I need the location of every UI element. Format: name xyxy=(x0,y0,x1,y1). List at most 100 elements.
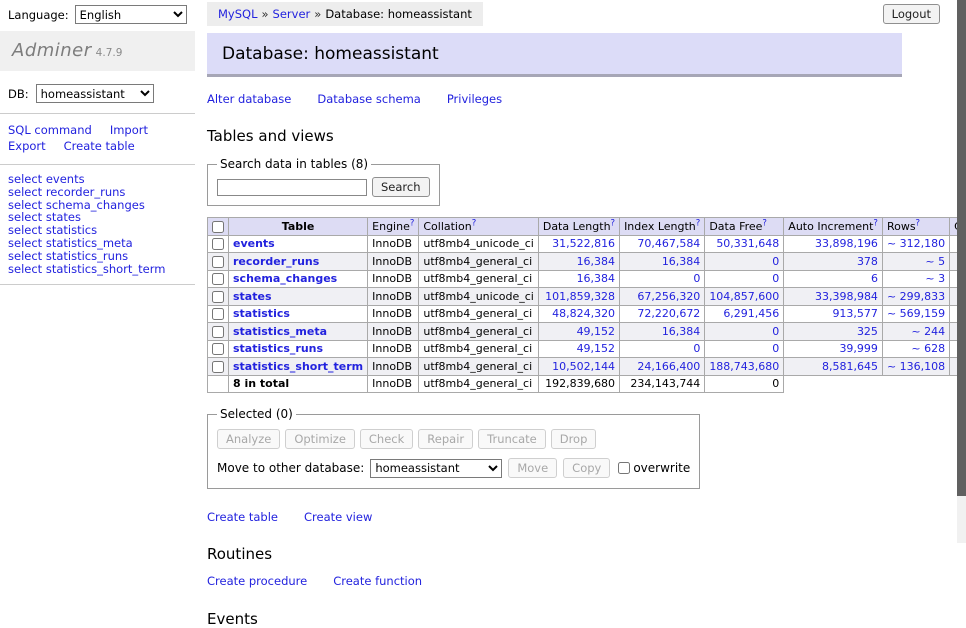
data-length-cell: 31,522,816 xyxy=(538,235,619,253)
breadcrumb-item[interactable]: MySQL xyxy=(218,7,258,21)
rows-cell[interactable]: ~ 136,108 xyxy=(882,358,949,376)
rows-cell[interactable]: ~ 312,180 xyxy=(882,235,949,253)
analyze-button[interactable]: Analyze xyxy=(217,429,280,449)
adminer-logo: Adminer4.7.9 xyxy=(0,31,195,71)
row-checkbox-cell xyxy=(208,253,229,271)
database-schema-link[interactable]: Database schema xyxy=(317,92,420,106)
row-checkbox-states[interactable] xyxy=(212,291,224,303)
select-all-checkbox[interactable] xyxy=(212,221,224,233)
table-link-events[interactable]: events xyxy=(233,237,275,250)
select-link-statistics_short_term[interactable]: select xyxy=(8,262,42,276)
rows-cell[interactable]: ~ 3 xyxy=(882,270,949,288)
help-icon[interactable]: ? xyxy=(696,218,701,228)
table-link-recorder_runs[interactable]: recorder_runs xyxy=(233,255,319,268)
create-links: Create table Create view xyxy=(207,510,958,524)
column-header-data-length: Data Length? xyxy=(538,218,619,236)
routines-heading: Routines xyxy=(207,545,958,563)
selected-fieldset: Selected (0) Analyze Optimize Check Repa… xyxy=(207,407,700,489)
db-select[interactable]: homeassistant xyxy=(36,84,154,103)
logout-button[interactable]: Logout xyxy=(883,4,940,24)
row-checkbox-statistics_short_term[interactable] xyxy=(212,361,224,373)
row-checkbox-recorder_runs[interactable] xyxy=(212,256,224,268)
index-length-cell: 24,166,400 xyxy=(620,358,705,376)
table-link-statistics[interactable]: statistics xyxy=(233,307,290,320)
language-row: Language: English xyxy=(0,0,195,28)
create-function-link[interactable]: Create function xyxy=(333,574,422,588)
breadcrumb: MySQL»Server»Database: homeassistant xyxy=(207,2,483,26)
rows-cell[interactable]: ~ 5 xyxy=(882,253,949,271)
adminer-brand[interactable]: Adminer xyxy=(12,40,92,61)
help-icon[interactable]: ? xyxy=(916,218,921,228)
sidebar-link-sql-command[interactable]: SQL command xyxy=(8,123,92,138)
engine-cell: InnoDB xyxy=(368,305,419,323)
search-input[interactable] xyxy=(217,179,367,196)
scrollbar-thumb[interactable] xyxy=(957,0,966,496)
rows-cell[interactable]: ~ 569,159 xyxy=(882,305,949,323)
table-row: statesInnoDButf8mb4_unicode_ci101,859,32… xyxy=(208,288,966,306)
auto-increment-cell: 33,898,196 xyxy=(784,235,883,253)
engine-cell: InnoDB xyxy=(368,340,419,358)
breadcrumb-item[interactable]: Server xyxy=(273,7,311,21)
select-all-cell xyxy=(208,218,229,236)
repair-button[interactable]: Repair xyxy=(418,429,473,449)
table-row: statistics_short_termInnoDButf8mb4_gener… xyxy=(208,358,966,376)
sidebar-divider xyxy=(0,284,195,285)
db-selector-row: DB: homeassistant xyxy=(0,71,195,113)
rows-cell[interactable]: ~ 299,833 xyxy=(882,288,949,306)
table-link-states[interactable]: states xyxy=(233,290,272,303)
total-label-cell: 8 in total xyxy=(229,375,368,393)
vertical-scrollbar[interactable] xyxy=(957,0,966,543)
alter-database-link[interactable]: Alter database xyxy=(207,92,291,106)
help-icon[interactable]: ? xyxy=(873,218,878,228)
help-icon[interactable]: ? xyxy=(472,218,477,228)
table-body: eventsInnoDButf8mb4_unicode_ci31,522,816… xyxy=(208,235,966,393)
privileges-link[interactable]: Privileges xyxy=(447,92,502,106)
sidebar-link-create-table[interactable]: Create table xyxy=(64,139,135,154)
sidebar-table-row: select statistics_short_term xyxy=(8,263,187,276)
table-link-statistics_short_term[interactable]: statistics_short_term xyxy=(46,262,166,276)
table-link-statistics_runs[interactable]: statistics_runs xyxy=(233,342,323,355)
data-length-cell: 16,384 xyxy=(538,270,619,288)
language-select[interactable]: English xyxy=(75,5,187,24)
table-link-statistics_short_term[interactable]: statistics_short_term xyxy=(233,360,363,373)
create-view-link[interactable]: Create view xyxy=(304,510,372,524)
row-checkbox-schema_changes[interactable] xyxy=(212,273,224,285)
sidebar-link-export[interactable]: Export xyxy=(8,139,46,154)
row-checkbox-statistics[interactable] xyxy=(212,308,224,320)
sidebar-link-import[interactable]: Import xyxy=(110,123,148,138)
rows-cell[interactable]: ~ 628 xyxy=(882,340,949,358)
row-checkbox-cell xyxy=(208,270,229,288)
truncate-button[interactable]: Truncate xyxy=(478,429,546,449)
page-title: Database: homeassistant xyxy=(207,33,902,77)
overwrite-checkbox[interactable] xyxy=(618,462,630,474)
data-free-cell: 0 xyxy=(705,323,784,341)
copy-button[interactable]: Copy xyxy=(563,458,610,478)
check-button[interactable]: Check xyxy=(360,429,413,449)
column-header-engine: Engine? xyxy=(368,218,419,236)
row-checkbox-events[interactable] xyxy=(212,238,224,250)
move-button[interactable]: Move xyxy=(508,458,557,478)
column-header-index-length: Index Length? xyxy=(620,218,705,236)
data-free-cell: 0 xyxy=(705,253,784,271)
row-checkbox-cell xyxy=(208,340,229,358)
data-length-cell: 49,152 xyxy=(538,323,619,341)
table-link-statistics_meta[interactable]: statistics_meta xyxy=(233,325,327,338)
table-link-schema_changes[interactable]: schema_changes xyxy=(233,272,337,285)
help-icon[interactable]: ? xyxy=(762,218,767,228)
help-icon[interactable]: ? xyxy=(611,218,616,228)
top-band: MySQL»Server»Database: homeassistant Log… xyxy=(207,0,958,28)
index-length-cell: 67,256,320 xyxy=(620,288,705,306)
search-button[interactable]: Search xyxy=(372,177,430,197)
row-checkbox-statistics_meta[interactable] xyxy=(212,326,224,338)
total-data-length-cell: 192,839,680 xyxy=(538,375,619,393)
help-icon[interactable]: ? xyxy=(410,218,415,228)
auto-increment-cell: 8,581,645 xyxy=(784,358,883,376)
optimize-button[interactable]: Optimize xyxy=(285,429,355,449)
create-procedure-link[interactable]: Create procedure xyxy=(207,574,307,588)
create-table-link[interactable]: Create table xyxy=(207,510,278,524)
drop-button[interactable]: Drop xyxy=(551,429,597,449)
row-checkbox-cell xyxy=(208,305,229,323)
move-db-select[interactable]: homeassistant xyxy=(370,459,502,478)
rows-cell[interactable]: ~ 244 xyxy=(882,323,949,341)
row-checkbox-statistics_runs[interactable] xyxy=(212,343,224,355)
